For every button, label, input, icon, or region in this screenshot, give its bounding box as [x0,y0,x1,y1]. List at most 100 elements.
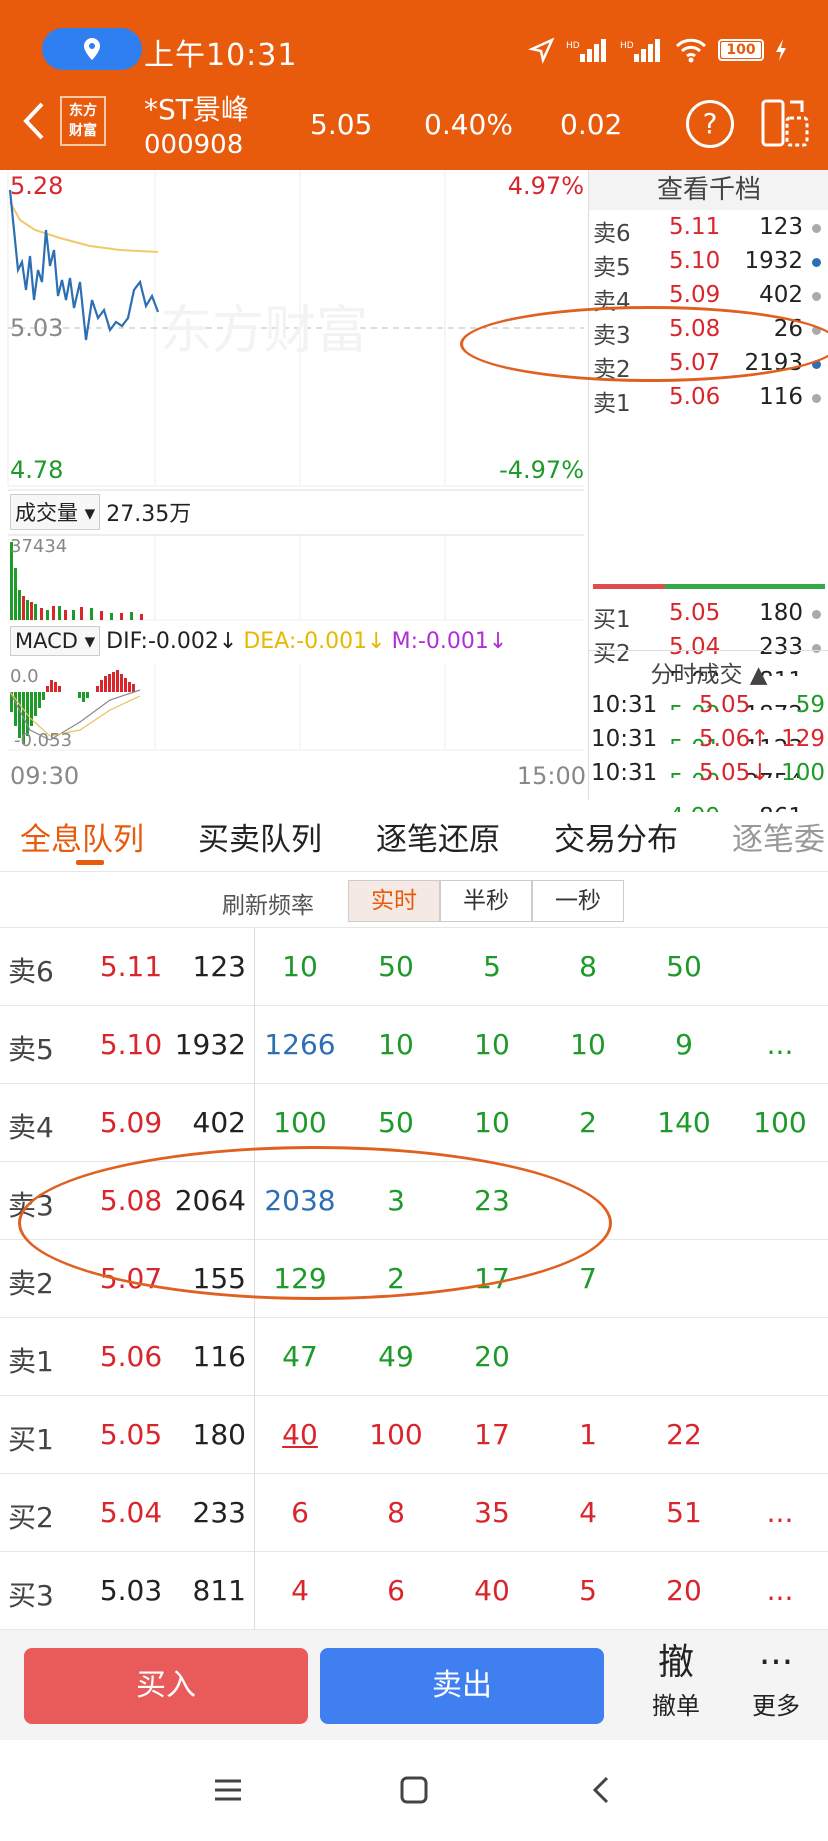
ask-dot [812,292,821,301]
stock-name[interactable]: *ST景峰 [144,88,249,128]
queue-level: 卖3 [8,1189,54,1222]
bid-volume: 180 [759,600,803,626]
queue-order: 8 [579,950,597,983]
queue-order: 22 [666,1418,702,1451]
tab-bid-ask-queue[interactable]: 买卖队列 [198,814,322,859]
view-depth-button[interactable]: 查看千档 [589,170,828,210]
queue-order: 6 [387,1574,405,1607]
queue-order: 17 [474,1418,510,1451]
queue-total: 180 [192,1418,246,1451]
queue-row[interactable]: 买2 5.04 233 6 8 35 4 51... [0,1474,828,1552]
volume-indicator-row: 成交量 ▾ 27.35万 [10,494,191,530]
queue-price: 5.05 [99,1418,163,1451]
queue-order: 35 [474,1496,510,1529]
intraday-chart[interactable]: 东方财富 5.28 4.97% 5.03 4.78 -4.97% 成交量 ▾ 2… [0,170,588,800]
queue-order: ... [766,1496,794,1529]
macd-dif: DIF:-0.002↓ [106,628,238,654]
queue-total: 123 [192,950,246,983]
queue-level: 买1 [8,1423,54,1456]
tick-time: 10:31 [591,692,658,718]
queue-row[interactable]: 卖1 5.06 116 47 49 20 [0,1318,828,1396]
cancel-order-button[interactable]: 撤 撤单 [636,1640,716,1721]
tab-tick-restore[interactable]: 逐笔还原 [376,814,500,859]
queue-order: 50 [378,1106,414,1139]
queue-order: 40 [474,1574,510,1607]
queue-row[interactable]: 买1 5.05 180 40 100 17 1 22 [0,1396,828,1474]
tab-trade-distribution[interactable]: 交易分布 [554,814,678,859]
macd-bottom: -0.053 [14,730,73,751]
ask-price: 5.09 [669,282,721,308]
ticks-header[interactable]: 分时成交 ▲ [589,650,828,688]
queue-level: 卖1 [8,1345,54,1378]
queue-row[interactable]: 卖3 5.08 2064 2038 3 23 [0,1162,828,1240]
refresh-one-second[interactable]: 一秒 [532,880,624,922]
queue-order: 10 [474,1028,510,1061]
macd-m: M:-0.001↓ [391,628,508,654]
ask-row[interactable]: 卖5 5.10 1932 [589,246,828,281]
tab-tick-orders[interactable]: 逐笔委 [732,814,825,859]
queue-order: 4 [291,1574,309,1607]
status-bar: 上午10:31 HD HD 100 [0,0,828,100]
ask-row[interactable]: 卖6 5.11 123 [589,212,828,247]
more-button[interactable]: ··· 更多 [736,1640,816,1721]
queue-order: 50 [378,950,414,983]
queue-total: 402 [192,1106,246,1139]
ask-price: 5.08 [669,316,721,342]
ask-row[interactable]: 卖3 5.08 26 [589,314,828,349]
queue-row[interactable]: 卖6 5.11 123 10 50 5 8 50 [0,928,828,1006]
queue-row[interactable]: 卖4 5.09 402 100 50 10 2 140 100 [0,1084,828,1162]
signal-icon-2: HD [620,39,660,62]
tick-volume: 59 [795,692,825,718]
buy-button[interactable]: 买入 [24,1648,308,1724]
sell-button[interactable]: 卖出 [320,1648,604,1724]
back-icon[interactable] [14,96,54,146]
queue-order: 10 [474,1106,510,1139]
queue-order: 140 [657,1106,711,1139]
queue-order: ... [766,1028,794,1061]
macd-dea: DEA:-0.001↓ [243,628,386,654]
tab-full-queue[interactable]: 全息队列 [20,814,144,859]
time-end: 15:00 [516,762,586,790]
refresh-realtime[interactable]: 实时 [348,880,440,922]
queue-order: 5 [483,950,501,983]
ask-row[interactable]: 卖4 5.09 402 [589,280,828,315]
ask-dot [812,224,821,233]
volume-indicator-dropdown[interactable]: 成交量 ▾ [10,494,101,530]
queue-level: 卖5 [8,1033,54,1066]
queue-total: 233 [192,1496,246,1529]
queue-order: 20 [666,1574,702,1607]
wifi-icon [675,38,707,63]
quote-change-pct: 0.40% [424,108,513,141]
trade-actions: 买入 卖出 撤 撤单 ··· 更多 [0,1630,828,1740]
switch-landscape-icon[interactable] [760,98,810,150]
home-icon[interactable] [398,1774,430,1806]
refresh-rate-bar: 刷新频率 实时 半秒 一秒 [0,874,828,928]
macd-indicator-dropdown[interactable]: MACD ▾ [10,626,101,656]
queue-row[interactable]: 买3 5.03 811 4 6 40 5 20... [0,1552,828,1630]
queue-order: 50 [666,950,702,983]
queue-price: 5.11 [99,950,163,983]
book-ratio-bar [593,584,825,589]
bid-row[interactable]: 买1 5.05 180 [589,598,828,633]
price-low: 4.78 [10,456,64,484]
ask-row[interactable]: 卖1 5.06 116 [589,382,828,417]
pct-low: -4.97% [499,456,584,484]
queue-row[interactable]: 卖5 5.10 1932 1266 10 10 10 9... [0,1006,828,1084]
back-nav-icon[interactable] [586,1774,618,1806]
queue-row[interactable]: 卖2 5.07 155 129 2 17 7 [0,1240,828,1318]
refresh-rate-label: 刷新频率 [222,893,314,919]
refresh-half-second[interactable]: 半秒 [440,880,532,922]
ask-volume: 123 [759,214,803,240]
tick-time: 10:31 [591,760,658,786]
queue-total: 2064 [174,1184,246,1217]
location-pill[interactable] [42,28,142,70]
help-button[interactable]: ? [686,100,734,148]
quote-price: 5.05 [310,108,373,141]
queue-level: 买2 [8,1501,54,1534]
menu-icon[interactable] [212,1774,244,1806]
app-logo: 东方 财富 [60,96,106,146]
queue-order: 17 [474,1262,510,1295]
queue-total: 1932 [174,1028,246,1061]
ask-row[interactable]: 卖2 5.07 2193 [589,348,828,383]
queue-divider [254,928,255,1630]
